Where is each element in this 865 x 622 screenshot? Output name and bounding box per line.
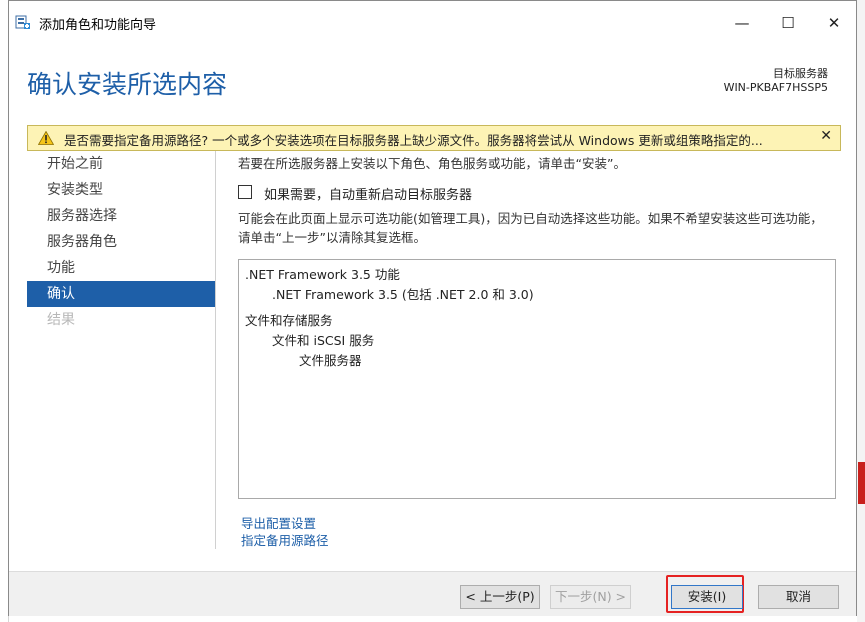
nav-step-3[interactable]: 服务器选择 <box>27 203 215 229</box>
alternate-source-link[interactable]: 指定备用源路径 <box>241 532 329 549</box>
warning-icon <box>38 131 54 145</box>
selection-list-item: .NET Framework 3.5 功能 <box>245 267 400 282</box>
nav-step-7: 结果 <box>47 312 75 328</box>
cancel-button[interactable]: 取消 <box>758 585 839 609</box>
maximize-button[interactable]: ☐ <box>765 1 811 45</box>
background-window-edge-right <box>857 0 865 622</box>
selection-list-item: 文件和存储服务 <box>245 313 333 328</box>
destination-server-name: WIN-PKBAF7HSSP5 <box>723 81 828 94</box>
links-group: 导出配置设置 指定备用源路径 <box>241 515 329 549</box>
restart-checkbox[interactable] <box>238 185 252 199</box>
warning-text: 是否需要指定备用源路径? 一个或多个安装选项在目标服务器上缺少源文件。服务器将尝… <box>64 133 763 148</box>
previous-button[interactable]: < 上一步(P) <box>460 585 540 609</box>
warning-bar[interactable]: 是否需要指定备用源路径? 一个或多个安装选项在目标服务器上缺少源文件。服务器将尝… <box>27 125 841 151</box>
restart-checkbox-label[interactable]: 如果需要，自动重新启动目标服务器 <box>264 184 472 203</box>
destination-server-label: 目标服务器 <box>773 67 828 80</box>
selection-list[interactable]: .NET Framework 3.5 功能 .NET Framework 3.5 … <box>238 259 836 499</box>
button-bar: < 上一步(P) 下一步(N) > 安装(I) 取消 <box>9 571 856 616</box>
nav-step-2[interactable]: 安装类型 <box>27 177 215 203</box>
selection-list-item: 文件和 iSCSI 服务 <box>272 333 375 348</box>
next-button[interactable]: 下一步(N) > <box>550 585 631 609</box>
nav-step-5[interactable]: 功能 <box>27 255 215 281</box>
minimize-button[interactable]: — <box>719 1 765 45</box>
destination-server: 目标服务器 WIN-PKBAF7HSSP5 <box>724 67 828 95</box>
nav-step-6[interactable]: 确认 <box>27 281 215 307</box>
title-bar: 添加角色和功能向导 — ☐ ✕ <box>9 1 856 45</box>
wizard-steps-nav: 开始之前 安装类型 服务器选择 服务器角色 功能 确认结果 <box>27 151 215 333</box>
selection-list-item: .NET Framework 3.5 (包括 .NET 2.0 和 3.0) <box>272 287 534 302</box>
nav-divider <box>215 151 216 549</box>
optional-features-note: 可能会在此页面上显示可选功能(如管理工具)，因为已自动选择这些功能。如果不希望安… <box>238 211 823 245</box>
window-title: 添加角色和功能向导 <box>39 18 157 33</box>
nav-step-4[interactable]: 服务器角色 <box>27 229 215 255</box>
warning-close-icon[interactable]: ✕ <box>820 128 832 144</box>
export-config-link[interactable]: 导出配置设置 <box>241 515 329 532</box>
selection-list-item: 文件服务器 <box>299 353 362 368</box>
nav-step-1[interactable]: 开始之前 <box>27 151 215 177</box>
page-title: 确认安装所选内容 <box>27 70 228 99</box>
intro-text: 若要在所选服务器上安装以下角色、角色服务或功能，请单击“安装”。 <box>238 156 626 171</box>
install-button[interactable]: 安装(I) <box>671 585 743 609</box>
wizard-window: 添加角色和功能向导 — ☐ ✕ 确认安装所选内容 目标服务器 WIN-PKBAF… <box>8 0 857 616</box>
background-red-marker <box>858 462 865 504</box>
close-button[interactable]: ✕ <box>811 1 857 45</box>
server-manager-icon <box>15 15 30 29</box>
